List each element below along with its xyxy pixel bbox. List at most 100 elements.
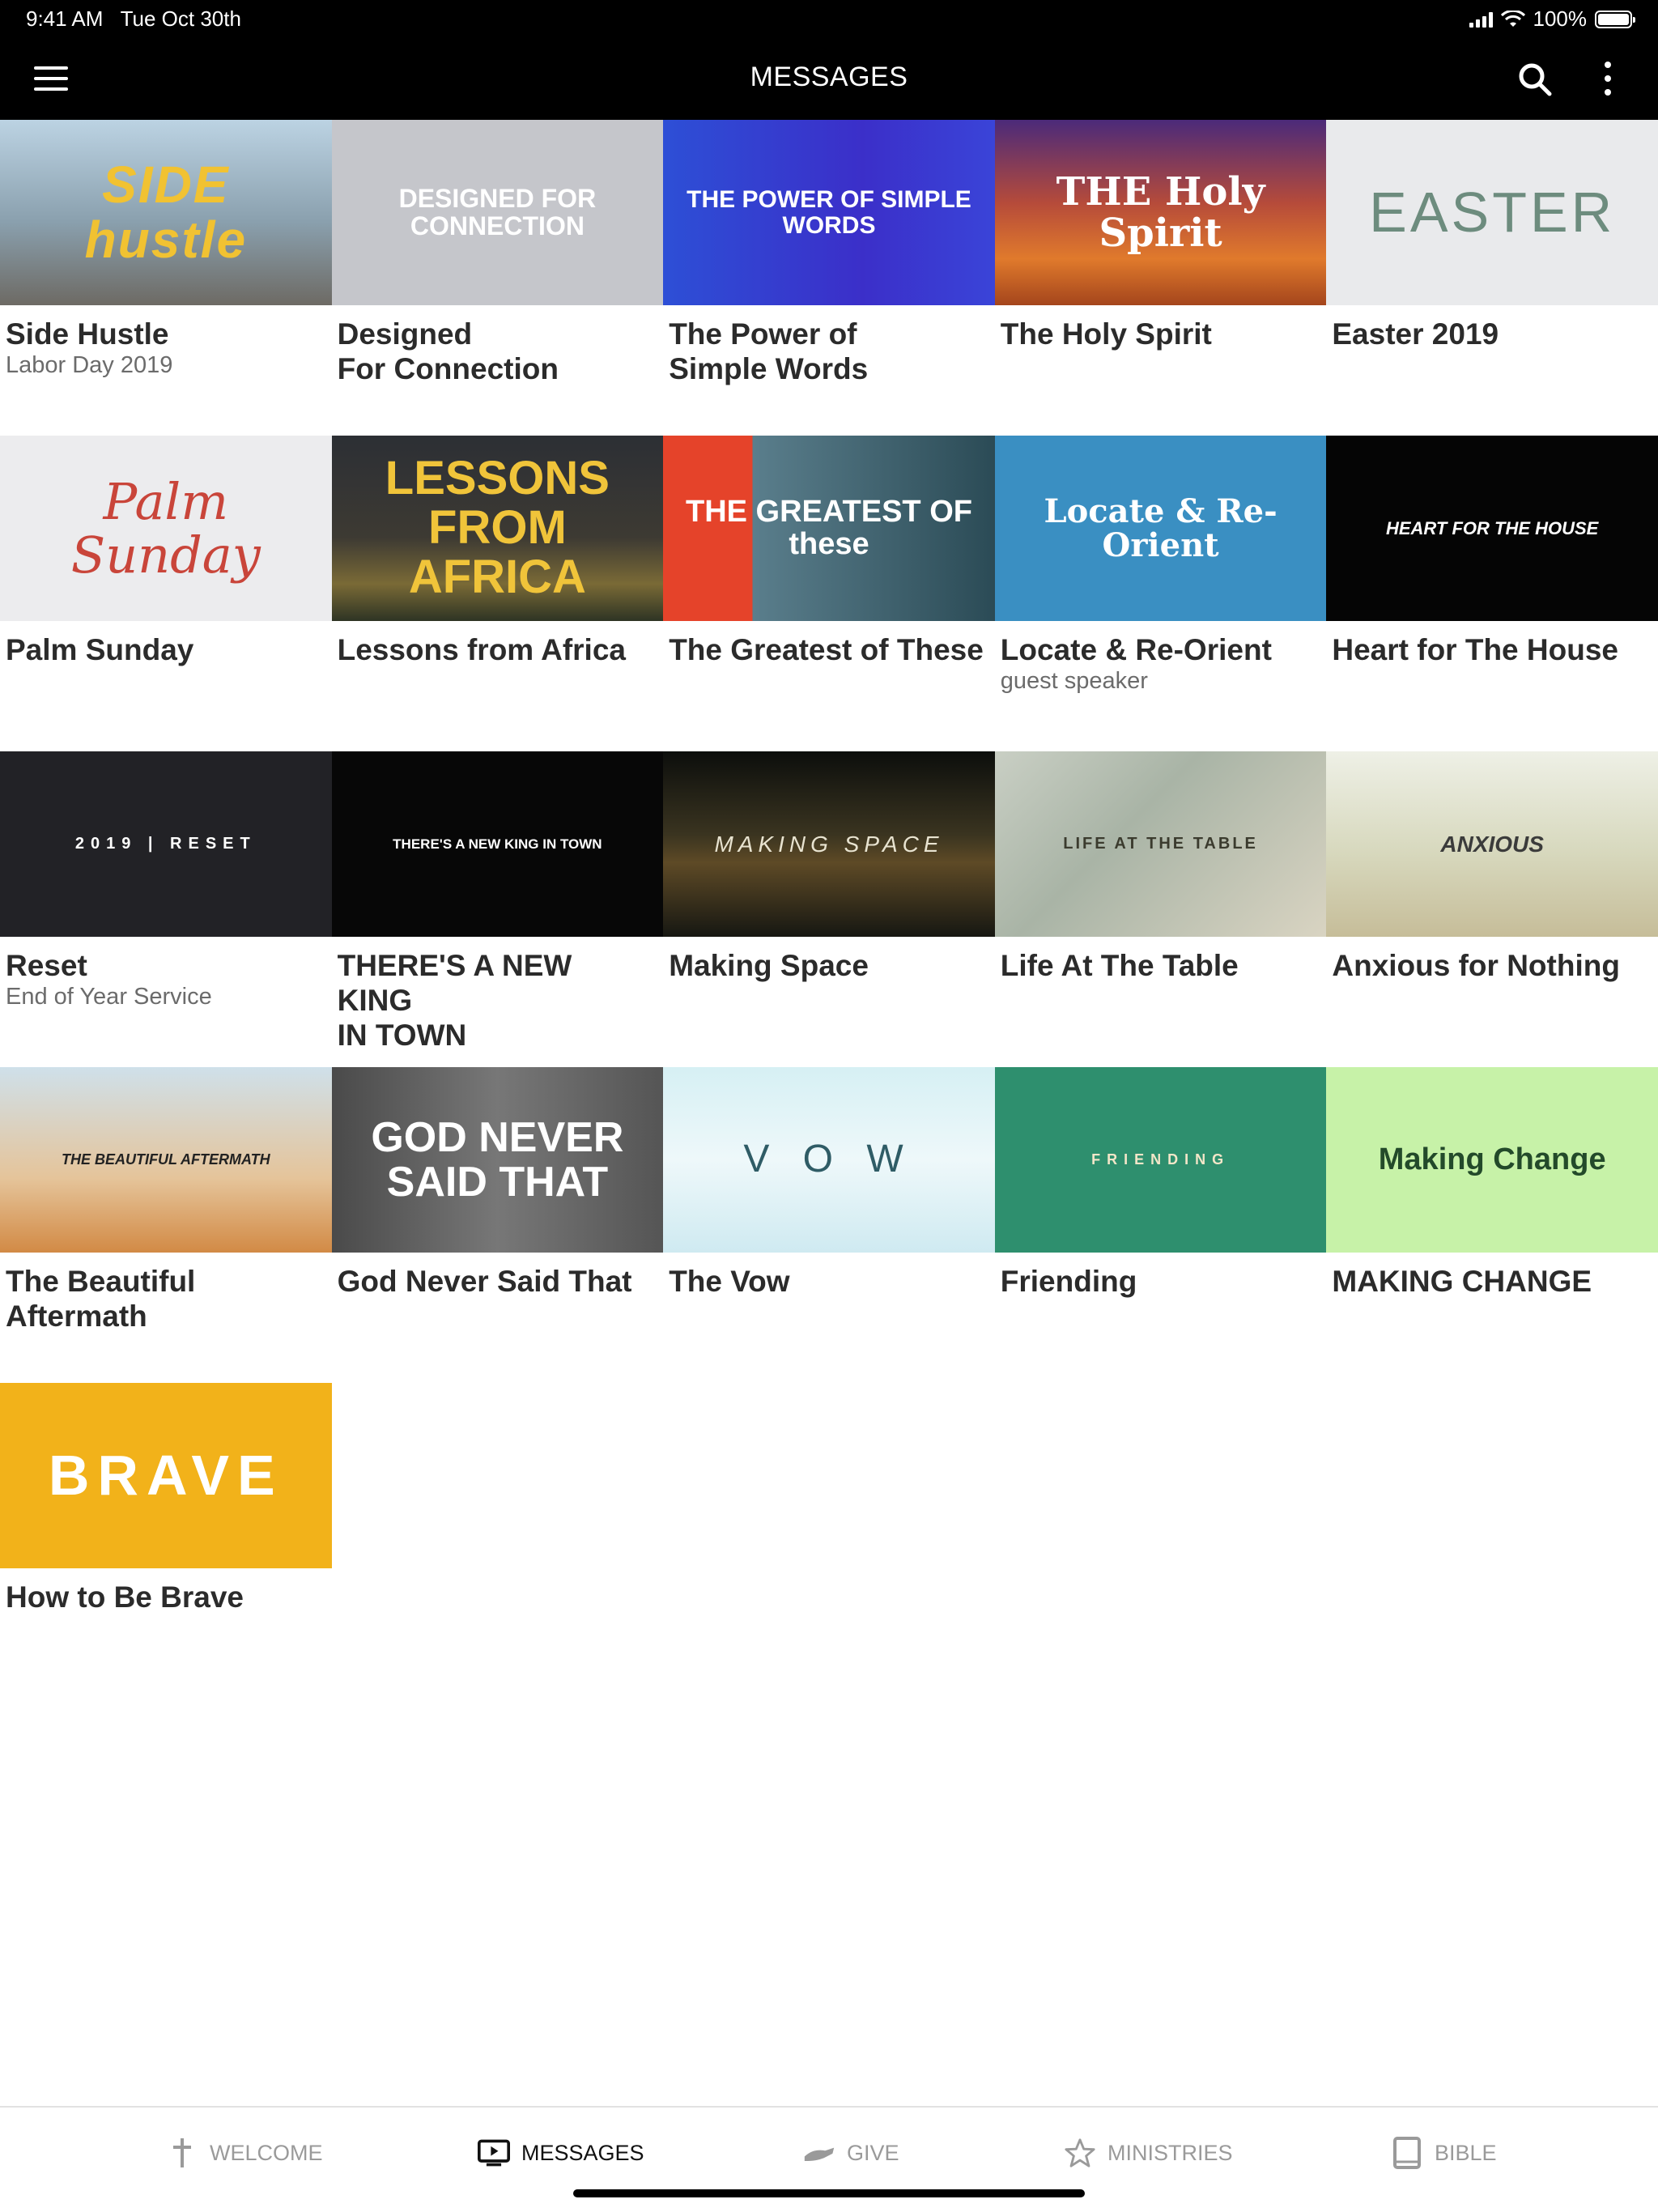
message-title: Designed For Connection	[337, 317, 559, 385]
status-time: 9:41 AM Tue Oct 30th	[26, 6, 241, 32]
message-thumbnail[interactable]: 2019 | RESET	[0, 751, 332, 937]
more-options-button[interactable]	[1592, 58, 1624, 99]
message-title: The Power of Simple Words	[669, 317, 869, 385]
thumbnail-art-text: THE Holy Spirit	[1056, 169, 1265, 256]
message-thumbnail[interactable]: THE GREATEST OF these	[663, 436, 995, 621]
message-card[interactable]: THE BEAUTIFUL AFTERMATH The Beautiful Aft…	[0, 1067, 332, 1383]
tab-messages[interactable]: MESSAGES	[478, 2135, 644, 2171]
thumbnail-art-text: THERE'S A NEW KING IN TOWN	[393, 836, 602, 852]
message-card[interactable]: MAKING SPACE Making Space	[663, 751, 995, 1067]
cellular-signal-icon	[1469, 11, 1493, 28]
message-title: Making Space	[669, 949, 869, 982]
message-card[interactable]: ANXIOUS Anxious for Nothing	[1326, 751, 1658, 1067]
message-card[interactable]: Palm Sunday Palm Sunday	[0, 436, 332, 751]
message-title: The Beautiful Aftermath	[6, 1265, 196, 1333]
message-thumbnail[interactable]: HEART FOR THE HOUSE	[1326, 436, 1658, 621]
thumbnail-art-text: ANXIOUS	[1440, 831, 1544, 857]
message-thumbnail[interactable]: Locate & Re-Orient	[994, 436, 1327, 621]
tab-bible[interactable]: BIBLE	[1391, 2135, 1497, 2171]
message-card[interactable]: LESSONS FROM AFRICA Lessons from Africa	[331, 436, 664, 751]
message-title: Palm Sunday	[6, 633, 194, 666]
thumbnail-art-text: 2019 | RESET	[74, 835, 257, 853]
message-title: Lessons from Africa	[337, 633, 626, 666]
message-card[interactable]: EASTER Easter 2019	[1326, 120, 1658, 436]
message-thumbnail[interactable]: LIFE AT THE TABLE	[994, 751, 1327, 937]
message-card[interactable]: FRIENDING Friending	[994, 1067, 1327, 1383]
wifi-icon	[1500, 10, 1525, 27]
thumbnail-art-text: THE GREATEST OF these	[686, 494, 972, 561]
thumbnail-art-text: Making Change	[1378, 1142, 1606, 1176]
message-card[interactable]: SIDE hustle Side Hustle Labor Day 2019	[0, 120, 332, 436]
more-vertical-icon	[1605, 62, 1611, 68]
search-icon	[1519, 63, 1552, 96]
thumbnail-art-text: EASTER	[1369, 180, 1616, 244]
message-card[interactable]: THE GREATEST OF these The Greatest of The…	[663, 436, 995, 751]
message-card[interactable]: V O W The Vow	[663, 1067, 995, 1383]
page-title: MESSAGES	[750, 62, 908, 92]
search-button[interactable]	[1516, 60, 1554, 99]
message-card[interactable]: LIFE AT THE TABLE Life At The Table	[994, 751, 1327, 1067]
message-thumbnail[interactable]: THE BEAUTIFUL AFTERMATH	[0, 1067, 332, 1253]
message-thumbnail[interactable]: MAKING SPACE	[663, 751, 995, 937]
tab-label: MESSAGES	[521, 2140, 644, 2165]
message-thumbnail[interactable]: THE Holy Spirit	[994, 120, 1327, 305]
message-thumbnail[interactable]: Palm Sunday	[0, 436, 332, 621]
message-title: Side Hustle	[6, 317, 169, 351]
message-thumbnail[interactable]: DESIGNED FOR CONNECTION	[331, 120, 664, 305]
message-card[interactable]: THE Holy Spirit The Holy Spirit	[994, 120, 1327, 436]
thumbnail-art-text: THE POWER OF SIMPLE WORDS	[687, 186, 971, 239]
thumbnail-art-text: FRIENDING	[1091, 1151, 1231, 1168]
tab-label: BIBLE	[1435, 2140, 1497, 2165]
message-thumbnail[interactable]: SIDE hustle	[0, 120, 332, 305]
thumbnail-art-text: V O W	[743, 1138, 915, 1181]
home-indicator[interactable]	[573, 2189, 1085, 2197]
message-title: The Holy Spirit	[1000, 317, 1212, 351]
message-title: Easter 2019	[1332, 317, 1499, 351]
status-bar: 9:41 AM Tue Oct 30th 100%	[0, 0, 1658, 37]
message-thumbnail[interactable]: GOD NEVER SAID THAT	[331, 1067, 664, 1253]
navigation-bar: MESSAGES	[0, 37, 1658, 120]
message-thumbnail[interactable]: THERE'S A NEW KING IN TOWN	[331, 751, 664, 937]
message-thumbnail[interactable]: THE POWER OF SIMPLE WORDS	[663, 120, 995, 305]
message-card[interactable]: HEART FOR THE HOUSE Heart for The House	[1326, 436, 1658, 751]
message-thumbnail[interactable]: LESSONS FROM AFRICA	[331, 436, 664, 621]
message-title: Anxious for Nothing	[1332, 949, 1620, 982]
message-title: How to Be Brave	[6, 1580, 244, 1614]
message-card[interactable]: 2019 | RESET Reset End of Year Service	[0, 751, 332, 1067]
message-title: The Vow	[669, 1265, 790, 1298]
tv-play-icon	[478, 2137, 510, 2169]
message-title: Locate & Re-Orient	[1000, 633, 1272, 666]
status-indicators: 100%	[1469, 6, 1635, 32]
status-date: Tue Oct 30th	[120, 6, 241, 31]
message-thumbnail[interactable]: FRIENDING	[994, 1067, 1327, 1253]
message-thumbnail[interactable]: Making Change	[1326, 1067, 1658, 1253]
tab-ministries[interactable]: MINISTRIES	[1064, 2135, 1233, 2171]
thumbnail-art-text: MAKING SPACE	[714, 831, 944, 857]
tab-welcome[interactable]: WELCOME	[166, 2135, 323, 2171]
message-title: Friending	[1000, 1265, 1137, 1298]
message-card[interactable]: THE POWER OF SIMPLE WORDS The Power of Si…	[663, 120, 995, 436]
thumbnail-art-text: LIFE AT THE TABLE	[1063, 835, 1258, 853]
status-clock: 9:41 AM	[26, 6, 104, 31]
battery-percentage: 100%	[1533, 6, 1588, 31]
message-card[interactable]: BRAVE How to Be Brave	[0, 1383, 332, 1699]
message-card[interactable]: THERE'S A NEW KING IN TOWN THERE'S A NEW …	[331, 751, 664, 1067]
message-thumbnail[interactable]: EASTER	[1326, 120, 1658, 305]
message-title: Life At The Table	[1000, 949, 1239, 982]
battery-icon	[1595, 10, 1635, 28]
thumbnail-art-text: LESSONS FROM AFRICA	[385, 452, 610, 603]
message-card[interactable]: Locate & Re-Orient Locate & Re-Orient gues…	[994, 436, 1327, 751]
message-thumbnail[interactable]: ANXIOUS	[1326, 751, 1658, 937]
message-card[interactable]: Making Change MAKING CHANGE	[1326, 1067, 1658, 1383]
message-subtitle: End of Year Service	[6, 984, 212, 1010]
book-icon	[1391, 2137, 1423, 2169]
message-thumbnail[interactable]: BRAVE	[0, 1383, 332, 1568]
message-card[interactable]: DESIGNED FOR CONNECTION Designed For Conn…	[331, 120, 664, 436]
message-subtitle: Labor Day 2019	[6, 352, 173, 378]
thumbnail-art-text: BRAVE	[48, 1443, 283, 1507]
hand-give-icon	[803, 2137, 835, 2169]
message-thumbnail[interactable]: V O W	[663, 1067, 995, 1253]
thumbnail-art-text: SIDE hustle	[84, 155, 248, 269]
tab-give[interactable]: GIVE	[803, 2135, 899, 2171]
message-card[interactable]: GOD NEVER SAID THAT God Never Said That	[331, 1067, 664, 1383]
